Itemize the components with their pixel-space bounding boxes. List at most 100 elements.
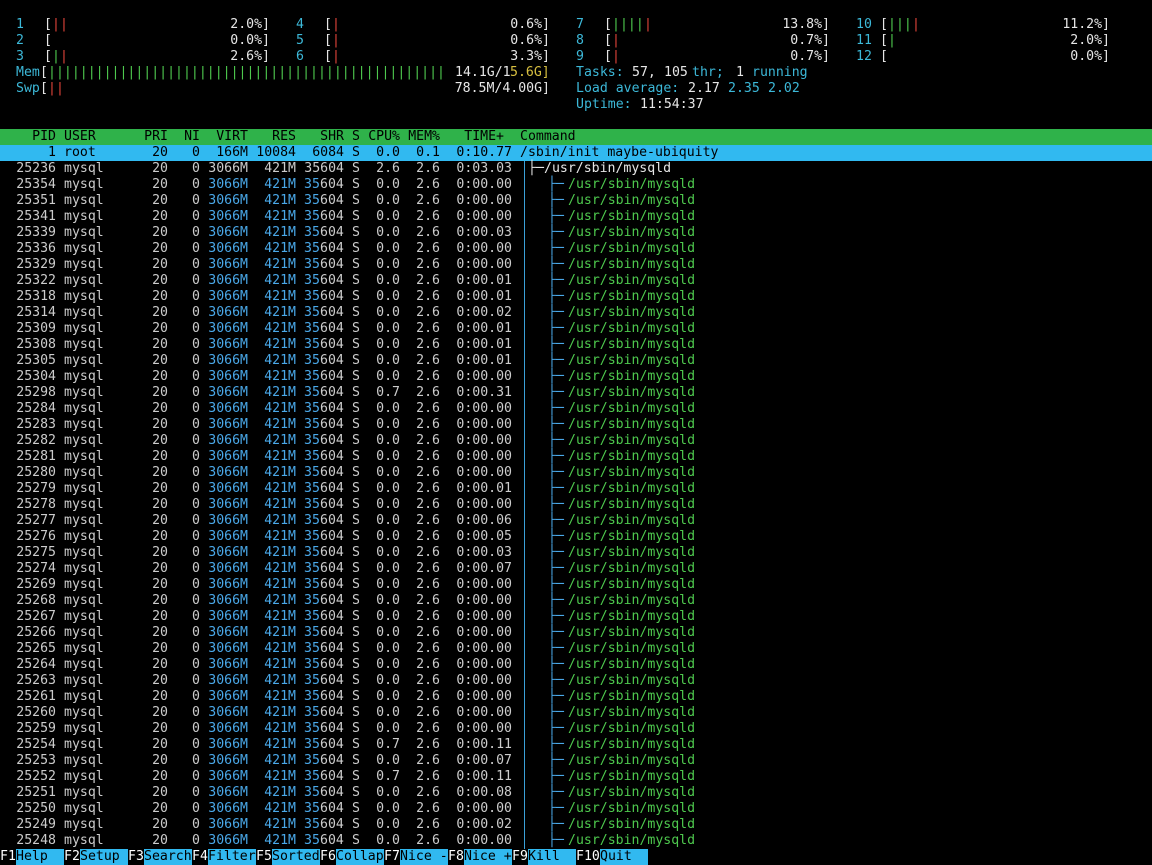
cpu-percent: 0.7%] xyxy=(790,33,830,48)
pid: 25281 xyxy=(16,449,56,464)
fkey-label-f5[interactable]: Sorted xyxy=(272,849,320,865)
user: mysql xyxy=(64,625,104,640)
time: 0:00.00 xyxy=(456,593,512,608)
shr-high: 35 xyxy=(304,305,320,320)
virt: 3066M xyxy=(208,417,248,432)
shr-low: 604 xyxy=(320,353,344,368)
fkey-label-f1[interactable]: Help xyxy=(16,849,64,865)
fkey-f1[interactable]: F1 xyxy=(0,849,16,865)
shr-high: 35 xyxy=(304,801,320,816)
priority: 20 xyxy=(152,513,168,528)
state: S xyxy=(352,433,360,448)
function-key-bar[interactable]: F1 Help F2 Setup F3 Search F4 Filter F5 Sorted F… xyxy=(0,849,1152,865)
cpu-bracket: [ xyxy=(324,33,332,48)
cpu-bar: | xyxy=(612,33,620,48)
column-res[interactable]: RES xyxy=(256,129,296,145)
cpu-percent: 13.8%] xyxy=(782,17,830,32)
res: 421M xyxy=(264,433,296,448)
user: mysql xyxy=(64,817,104,832)
nice: 0 xyxy=(192,209,200,224)
column-cpu[interactable]: CPU% xyxy=(360,129,400,145)
command: /usr/sbin/mysqld xyxy=(568,705,696,720)
state: S xyxy=(352,561,360,576)
res: 421M xyxy=(264,465,296,480)
fkey-f8[interactable]: F8 xyxy=(448,849,464,865)
virt: 3066M xyxy=(208,689,248,704)
shr-low: 604 xyxy=(320,833,344,848)
cpu-percent: 3.3%] xyxy=(510,49,550,64)
time: 0:00.00 xyxy=(456,209,512,224)
column-pri[interactable]: PRI xyxy=(128,129,168,145)
command: /usr/sbin/mysqld xyxy=(568,833,696,848)
command: /usr/sbin/mysqld xyxy=(568,721,696,736)
mem-percent: 2.6 xyxy=(416,561,440,576)
state: S xyxy=(352,257,360,272)
fkey-label-f10[interactable]: Quit xyxy=(600,849,648,865)
priority: 20 xyxy=(152,369,168,384)
fkey-label-f4[interactable]: Filter xyxy=(208,849,256,865)
shr-low: 604 xyxy=(320,433,344,448)
fkey-f9[interactable]: F9 xyxy=(512,849,528,865)
pid: 25322 xyxy=(16,273,56,288)
time: 0:00.02 xyxy=(456,817,512,832)
res: 421M xyxy=(264,257,296,272)
user: mysql xyxy=(64,481,104,496)
user: mysql xyxy=(64,513,104,528)
column-s[interactable]: S xyxy=(352,129,360,145)
time: 0:00.00 xyxy=(456,449,512,464)
shr-high: 35 xyxy=(304,481,320,496)
column-pid[interactable]: PID xyxy=(8,129,56,145)
column-shr[interactable]: SHR xyxy=(304,129,344,145)
column-mem[interactable]: MEM% xyxy=(408,129,440,145)
cpu-bracket: [ xyxy=(44,17,52,32)
cpu-percent: 2.0%] xyxy=(230,17,270,32)
column-command[interactable]: Command xyxy=(520,129,576,145)
virt: 3066M xyxy=(208,209,248,224)
fkey-f5[interactable]: F5 xyxy=(256,849,272,865)
cpu-bar: ||| xyxy=(888,17,912,32)
pid: 25264 xyxy=(16,657,56,672)
fkey-label-f3[interactable]: Search xyxy=(144,849,192,865)
cpu-percent: 0.0 xyxy=(376,433,400,448)
fkey-label-f8[interactable]: Nice + xyxy=(464,849,512,865)
virt: 3066M xyxy=(208,257,248,272)
res: 421M xyxy=(264,225,296,240)
shr-low: 604 xyxy=(320,209,344,224)
user: mysql xyxy=(64,353,104,368)
fkey-f4[interactable]: F4 xyxy=(192,849,208,865)
cpu-percent: 0.0 xyxy=(376,353,400,368)
column-ni[interactable]: NI xyxy=(176,129,200,145)
column-virt[interactable]: VIRT xyxy=(208,129,248,145)
tree-branch: ├─ xyxy=(548,545,564,560)
shr-high: 35 xyxy=(304,353,320,368)
fkey-f7[interactable]: F7 xyxy=(384,849,400,865)
tree-branch: ├─ xyxy=(548,737,564,752)
fkey-f2[interactable]: F2 xyxy=(64,849,80,865)
fkey-label-f2[interactable]: Setup xyxy=(80,849,128,865)
cpu-percent: 0.0 xyxy=(376,641,400,656)
command: /usr/sbin/mysqld xyxy=(568,241,696,256)
shr-low: 604 xyxy=(320,369,344,384)
time: 0:00.01 xyxy=(456,289,512,304)
res: 421M xyxy=(264,481,296,496)
fkey-f6[interactable]: F6 xyxy=(320,849,336,865)
state: S xyxy=(352,817,360,832)
cpu-label: 5 xyxy=(296,33,304,48)
shr-low: 604 xyxy=(320,817,344,832)
column-header[interactable]: PID USER PRI NI VIRT RES SHR S CPU% MEM% TIME+ Comm… xyxy=(0,129,1152,145)
fkey-label-f7[interactable]: Nice - xyxy=(400,849,448,865)
time: 0:00.07 xyxy=(456,561,512,576)
time: 0:00.00 xyxy=(456,369,512,384)
column-user[interactable]: USER xyxy=(64,129,96,145)
fkey-label-f6[interactable]: Collap xyxy=(336,849,384,865)
mem-percent: 2.6 xyxy=(416,769,440,784)
column-time[interactable]: TIME+ xyxy=(448,129,504,145)
pid: 25278 xyxy=(16,497,56,512)
res: 421M xyxy=(264,177,296,192)
nice: 0 xyxy=(192,257,200,272)
shr-high: 35 xyxy=(304,433,320,448)
fkey-f3[interactable]: F3 xyxy=(128,849,144,865)
fkey-label-f9[interactable]: Kill xyxy=(528,849,576,865)
fkey-f10[interactable]: F10 xyxy=(576,849,600,865)
selected-process-row[interactable]: 1 root 20 0 166M 10084 6084 S 0.0 0.1 0:10.77/sbin… xyxy=(0,145,1152,161)
